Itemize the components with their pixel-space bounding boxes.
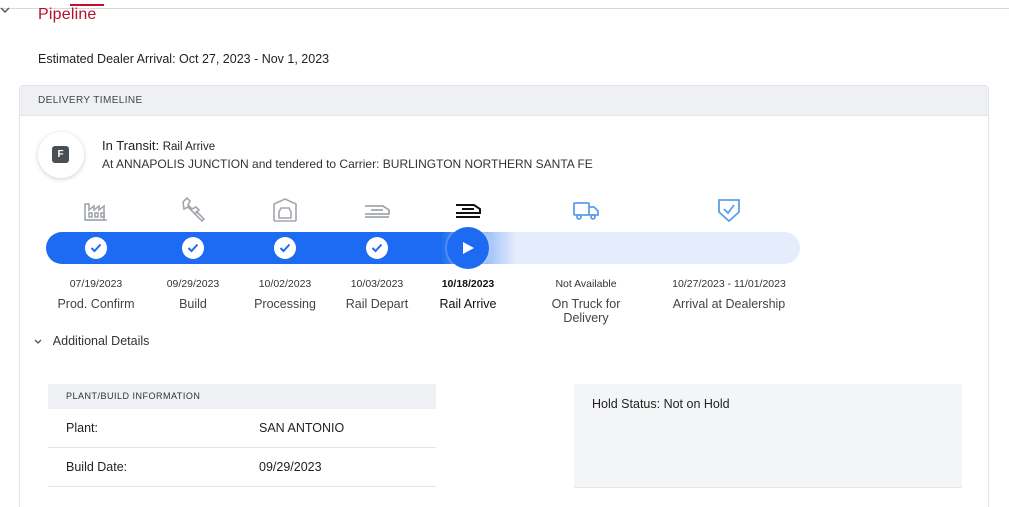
row-key: Build Date: <box>66 460 128 474</box>
check-icon <box>85 237 107 259</box>
status-badge: F <box>38 132 84 178</box>
check-icon <box>182 237 204 259</box>
check-icon <box>274 237 296 259</box>
estimated-dealer-arrival: Estimated Dealer Arrival: Oct 27, 2023 -… <box>38 52 330 66</box>
play-icon <box>447 227 489 269</box>
status-line: In Transit: Rail Arrive <box>102 138 215 153</box>
factory-icon <box>41 196 151 224</box>
row-key: Plant: <box>66 421 98 435</box>
shield-check-icon <box>674 196 784 224</box>
progress-track <box>46 232 800 264</box>
delivery-timeline-header: DELIVERY TIMELINE <box>20 86 988 116</box>
top-divider <box>0 8 1009 9</box>
step-label: Prod. Confirm <box>57 297 135 311</box>
hold-status: Hold Status: Not on Hold <box>592 397 730 411</box>
chevron-down-icon <box>34 337 50 348</box>
check-icon <box>366 237 388 259</box>
hold-status-panel: Hold Status: Not on Hold <box>574 384 962 488</box>
step-rail-arrive: 10/18/2023 Rail Arrive <box>413 196 523 311</box>
table-row: Build Date: 09/29/2023 <box>48 448 436 487</box>
chevron-down-icon[interactable] <box>0 6 10 16</box>
step-on-truck: Not Available On Truck for Delivery <box>531 196 641 325</box>
status-detail: At ANNAPOLIS JUNCTION and tendered to Ca… <box>102 157 593 171</box>
plant-build-header: PLANT/BUILD INFORMATION <box>48 384 436 409</box>
step-arrival-dealership: 10/27/2023 - 11/01/2023 Arrival at Deale… <box>672 196 786 311</box>
step-date: Not Available <box>555 278 617 290</box>
status-prefix: In Transit: <box>102 138 160 153</box>
table-row: Plant: SAN ANTONIO <box>48 409 436 448</box>
step-label: Arrival at Dealership <box>672 297 786 311</box>
plant-build-info: PLANT/BUILD INFORMATION Plant: SAN ANTON… <box>48 384 436 488</box>
status-letter: F <box>52 146 69 163</box>
row-value: 09/29/2023 <box>259 460 322 474</box>
step-date: 07/19/2023 <box>69 278 123 290</box>
step-label: On Truck for Delivery <box>551 297 621 325</box>
step-label: Rail Arrive <box>439 297 497 311</box>
row-value: SAN ANTONIO <box>259 421 345 435</box>
step-prod-confirm: 07/19/2023 Prod. Confirm <box>41 196 151 311</box>
truck-icon <box>531 196 641 224</box>
step-date: 10/27/2023 - 11/01/2023 <box>672 278 786 290</box>
section-title: Pipeline <box>38 6 97 23</box>
additional-details-label: Additional Details <box>52 334 150 348</box>
delivery-timeline-card: DELIVERY TIMELINE F In Transit: Rail Arr… <box>19 85 989 507</box>
train-icon <box>413 196 523 224</box>
step-date: 10/18/2023 <box>441 278 495 290</box>
status-value: Rail Arrive <box>162 141 216 153</box>
additional-details-toggle[interactable]: Additional Details <box>34 334 149 348</box>
